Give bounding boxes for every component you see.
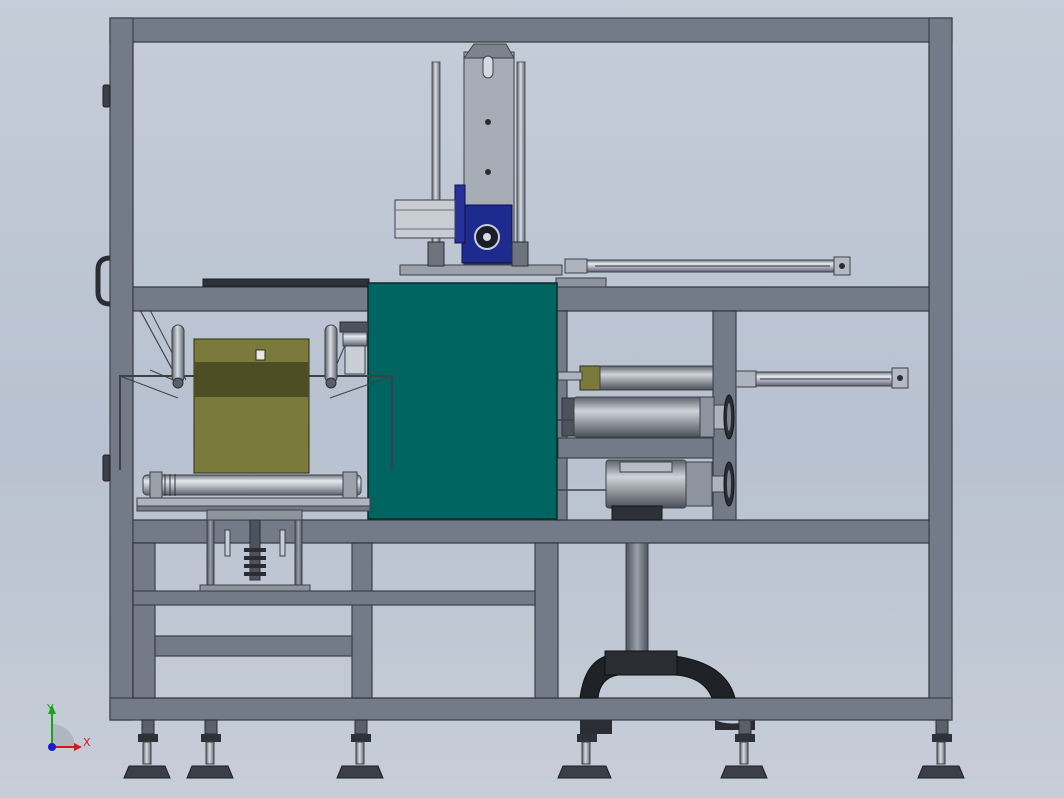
y-axis-label: Y	[46, 702, 54, 715]
roll-feeder-assembly	[119, 309, 393, 521]
door-hinges	[102, 84, 111, 482]
leveling-feet	[123, 719, 965, 779]
bottom-roller	[142, 474, 362, 496]
label-stack-box	[193, 338, 310, 474]
z-axis-dot	[48, 743, 56, 751]
foot-2	[186, 719, 234, 779]
x-axis-label: X	[83, 736, 91, 749]
door-handle[interactable]	[95, 255, 111, 307]
foot-3	[336, 719, 384, 779]
lift-base-plate	[399, 264, 563, 276]
foot-6	[917, 719, 965, 779]
coordinate-triad: Y X	[46, 702, 91, 751]
vertical-lift-assembly	[202, 43, 607, 288]
teal-enclosure-panel	[367, 282, 558, 520]
foot-4	[557, 734, 612, 779]
pneumatic-cylinder-top	[564, 256, 851, 276]
cad-viewport[interactable]: Y X	[0, 0, 1064, 798]
foot-1	[123, 719, 171, 779]
guide-rod-right	[516, 61, 526, 268]
servo-motor	[394, 199, 456, 239]
